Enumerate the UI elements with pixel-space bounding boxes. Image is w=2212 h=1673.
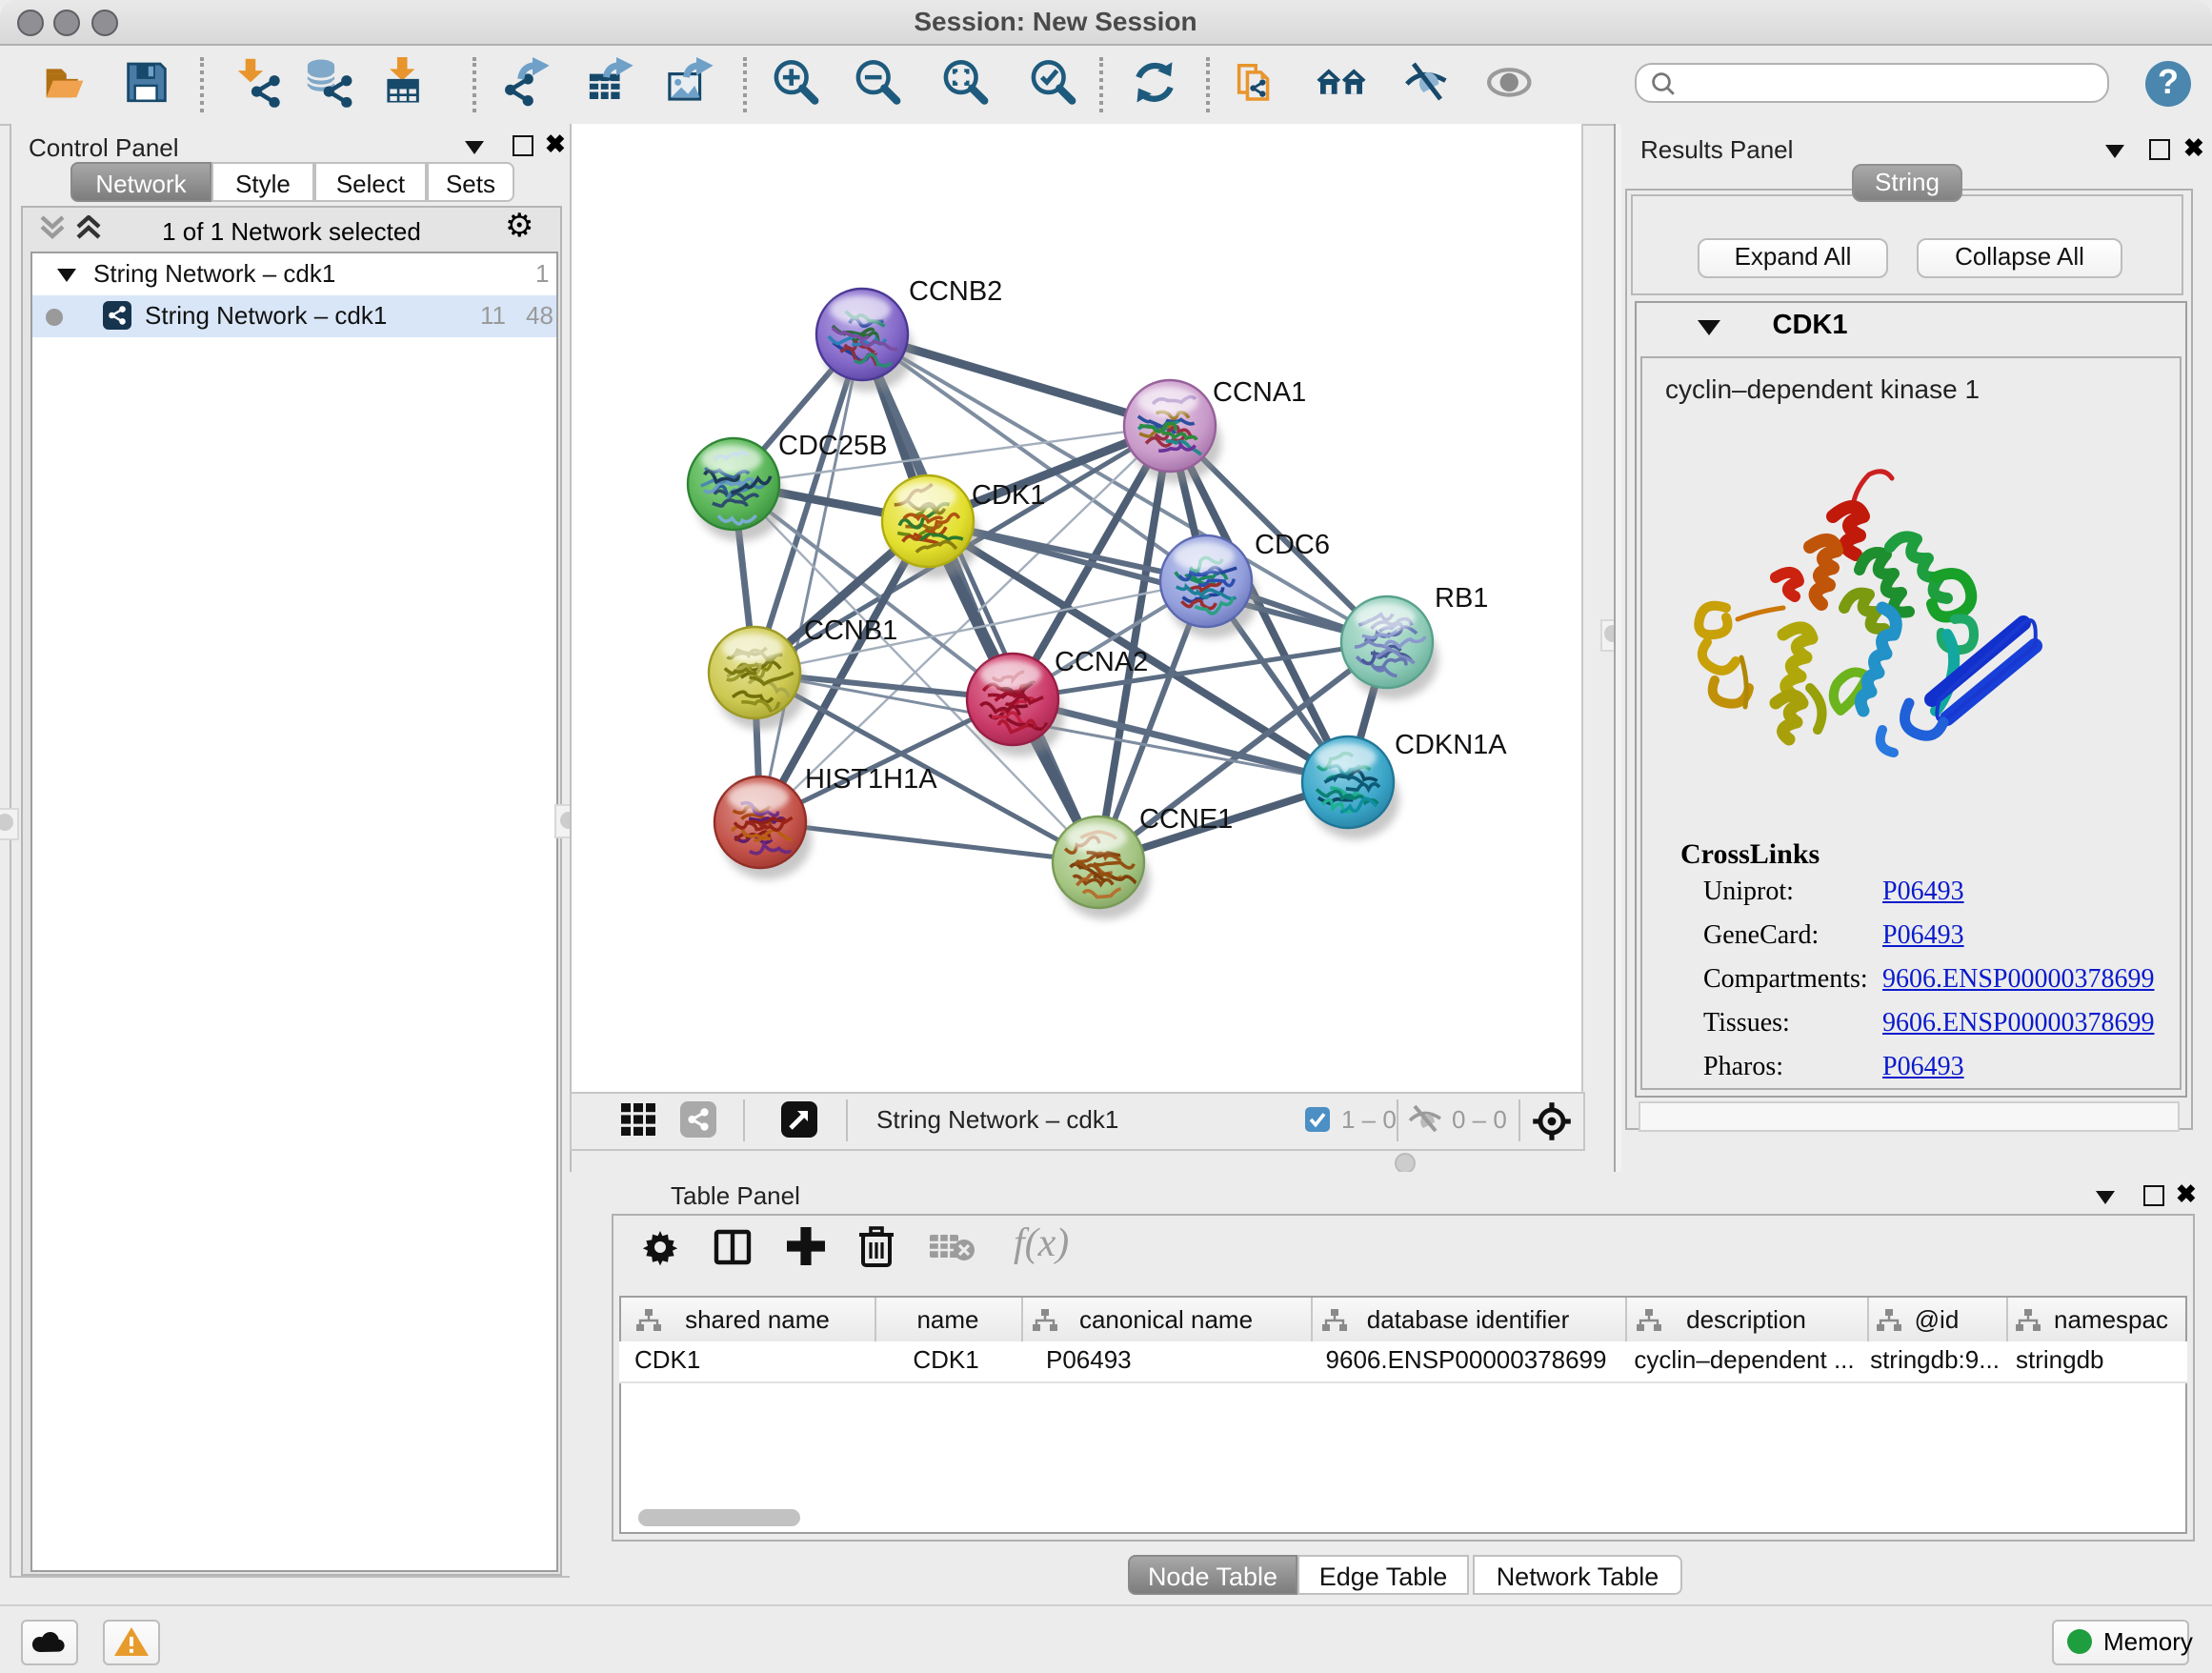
svg-text:CCNB2: CCNB2 [909, 276, 1002, 307]
svg-text:CCNA1: CCNA1 [1213, 377, 1306, 408]
svg-text:CDC25B: CDC25B [778, 431, 887, 461]
svg-text:CCNE1: CCNE1 [1139, 804, 1233, 835]
svg-text:CCNB1: CCNB1 [804, 615, 897, 646]
svg-text:HIST1H1A: HIST1H1A [805, 764, 937, 795]
svg-text:CDK1: CDK1 [972, 480, 1045, 511]
svg-text:CDKN1A: CDKN1A [1395, 730, 1507, 760]
svg-text:RB1: RB1 [1435, 583, 1488, 614]
svg-text:CDC6: CDC6 [1255, 530, 1330, 560]
svg-text:CCNA2: CCNA2 [1055, 647, 1148, 677]
